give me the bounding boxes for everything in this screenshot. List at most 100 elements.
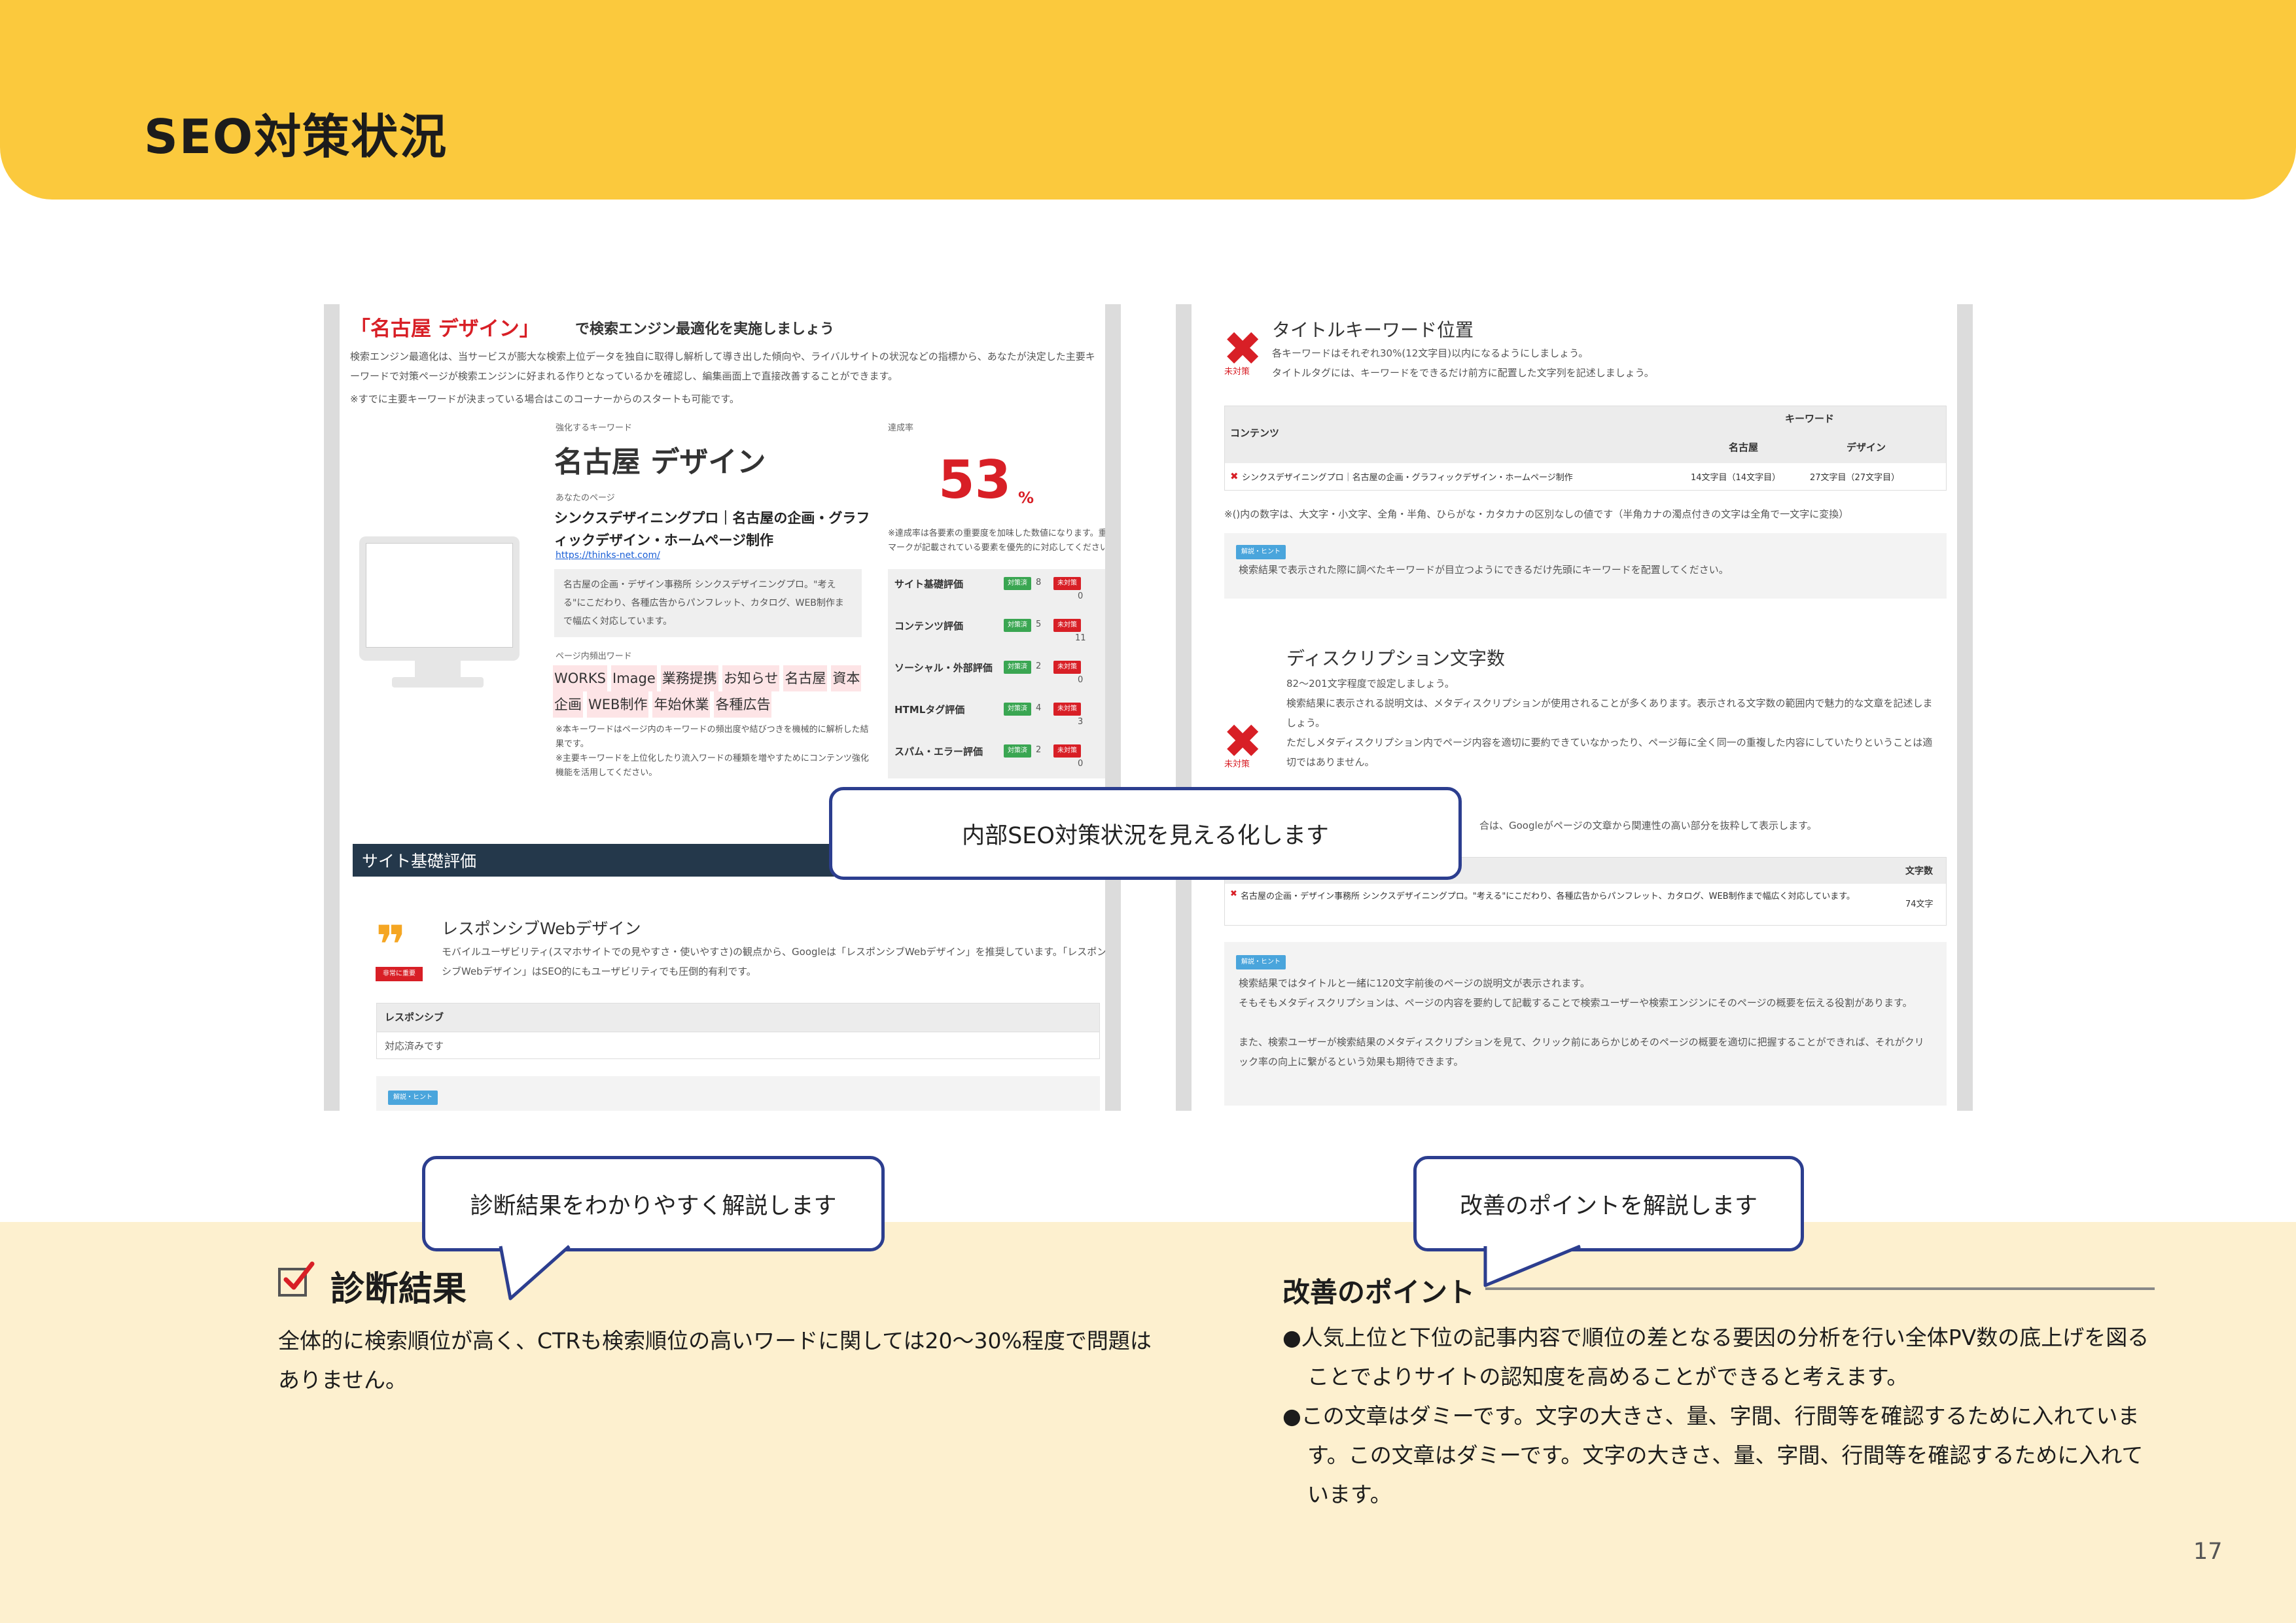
diagnosis-text: 全体的に検索順位が高く、CTRも検索順位の高いワードに関しては20〜30%程度で… xyxy=(278,1328,1152,1393)
callout-visualize: 内部SEO対策状況を見える化します xyxy=(829,787,1462,880)
table-value-design: 27文字目（27文字目） xyxy=(1810,473,1900,483)
hint-text: 検索結果ではタイトルと一緒に120文字前後のページの説明文が表示されます。 そも… xyxy=(1239,977,1924,1068)
done-count: 5 xyxy=(1036,620,1042,629)
callout-improvement: 改善のポイントを解説します xyxy=(1413,1156,1804,1251)
site-eval-title: サイト基礎評価 xyxy=(362,852,477,871)
done-count: 2 xyxy=(1036,661,1042,671)
status-label: 未対策 xyxy=(1224,367,1250,377)
todo-count: 0 xyxy=(1078,759,1084,769)
done-tag: 対策済 xyxy=(1004,661,1031,674)
score-row: ソーシャル・外部評価 対策済 2 未対策 0 xyxy=(894,658,1105,699)
seo-screenshot-left: 「名古屋 デザイン」 で検索エンジン最適化を実施しましょう 検索エンジン最適化は… xyxy=(324,304,1121,1111)
achievement-rate: 53 xyxy=(938,449,1012,510)
page-url-link[interactable]: https://thinks-net.com/ xyxy=(556,550,660,561)
monitor-base xyxy=(392,677,484,688)
diagnosis-title: 診断結果 xyxy=(330,1270,467,1309)
score-name: HTMLタグ評価 xyxy=(894,704,965,716)
improvement-list: ●人気上位と下位の記事内容で順位の差となる要因の分析を行い全体PV数の底上げを図… xyxy=(1282,1318,2159,1514)
done-tag: 対策済 xyxy=(1004,703,1031,716)
score-row: コンテンツ評価 対策済 5 未対策 11 xyxy=(894,616,1105,657)
score-table: サイト基礎評価 対策済 8 未対策 0 コンテンツ評価 対策済 5 未対策 11… xyxy=(888,569,1105,778)
responsive-table-header: レスポンシブ xyxy=(377,1003,1099,1032)
word-chip: 各種広告 xyxy=(714,691,772,718)
column-content: コンテンツ xyxy=(1230,427,1280,439)
todo-count: 3 xyxy=(1078,717,1084,727)
row-cross-icon: ✖ xyxy=(1230,889,1237,899)
hint-tag: 解説・ヒント xyxy=(1236,955,1286,969)
keyword-heading: 「名古屋 デザイン」 xyxy=(350,317,540,341)
score-row: サイト基礎評価 対策済 8 未対策 0 xyxy=(894,574,1105,615)
done-tag: 対策済 xyxy=(1004,619,1031,632)
status-label: 未対策 xyxy=(1224,759,1250,769)
responsive-table-cell: 対応済みです xyxy=(377,1032,1099,1060)
word-chip: WEB制作 xyxy=(587,691,649,718)
score-name: サイト基礎評価 xyxy=(894,578,964,590)
monitor-stand xyxy=(415,661,461,677)
section-title-keyword-position: タイトルキーワード位置 xyxy=(1272,319,1474,341)
table-value-nagoya: 14文字目（14文字目） xyxy=(1691,473,1781,483)
todo-tag: 未対策 xyxy=(1053,744,1081,758)
todo-count: 11 xyxy=(1075,633,1086,643)
column-nagoya: 名古屋 xyxy=(1729,442,1759,453)
word-chip: 企画 xyxy=(553,691,583,718)
page-number: 17 xyxy=(2193,1539,2223,1565)
description-row: 名古屋の企画・デザイン事務所 シンクスデザイニングプロ。"考える"にこだわり、各… xyxy=(1241,892,1855,901)
callout-diagnosis: 診断結果をわかりやすく解説します xyxy=(422,1156,885,1251)
table-row-title: シンクスデザイニングプロ｜名古屋の企画・グラフィックデザイン・ホームページ制作 xyxy=(1242,473,1573,483)
section-text-tail: 合は、Googleがページの文章から関連性の高い部分を抜粋して表示します。 xyxy=(1479,820,1817,831)
score-name: ソーシャル・外部評価 xyxy=(894,662,993,674)
target-keyword: 名古屋 デザイン xyxy=(554,445,766,479)
score-name: コンテンツ評価 xyxy=(894,620,964,632)
quote-icon: ❞ xyxy=(376,915,406,975)
todo-tag: 未対策 xyxy=(1053,703,1081,716)
page-title: SEO対策状況 xyxy=(144,109,448,164)
section-text-description: 82〜201文字程度で設定しましょう。 検索結果に表示される説明文は、メタディス… xyxy=(1286,678,1933,768)
done-tag: 対策済 xyxy=(1004,577,1031,590)
hint-box: 解説・ヒント xyxy=(376,1076,1100,1111)
monitor-icon xyxy=(359,536,520,661)
column-keyword: キーワード xyxy=(1785,413,1835,425)
words-note: ※本キーワードはページ内のキーワードの頻出度や結びつきを機械的に解析した結果です… xyxy=(556,725,869,778)
responsive-text: モバイルユーザビリティ(スマホサイトでの見やすさ・使いやすさ)の観点から、Goo… xyxy=(442,946,1107,977)
score-name: スパム・エラー評価 xyxy=(894,746,983,758)
todo-count: 0 xyxy=(1078,675,1084,685)
intro-note: ※すでに主要キーワードが決まっている場合はこのコーナーからのスタートも可能です。 xyxy=(350,393,739,405)
frequent-words: WORKS Image 業務提携 お知らせ 名古屋 資本企画 WEB制作 年始休業 各種広告 xyxy=(553,665,867,718)
todo-tag: 未対策 xyxy=(1053,577,1081,590)
row-cross-icon: ✖ xyxy=(1230,470,1239,482)
heading-text: で検索エンジン最適化を実施しましょう xyxy=(575,321,835,338)
improvement-item: ●この文章はダミーです。文字の大きさ、量、字間、行間等を確認するために入れていま… xyxy=(1282,1403,2144,1507)
done-count: 4 xyxy=(1036,703,1042,713)
callout-diagnosis-tail xyxy=(499,1245,571,1300)
responsive-title: レスポンシブWebデザイン xyxy=(442,919,641,938)
section-title-description: ディスクリプション文字数 xyxy=(1286,648,1506,669)
word-chip: 資本 xyxy=(831,665,862,691)
page-label: あなたのページ xyxy=(556,493,615,503)
done-tag: 対策済 xyxy=(1004,744,1031,758)
intro-text: 検索エンジン最適化は、当サービスが膨大な検索上位データを独自に取得し解析して導き… xyxy=(350,351,1095,382)
rate-note: ※達成率は各要素の重要度を加味した数値になります。重要マークが記載されている要素… xyxy=(888,529,1117,553)
description-char-count: 74文字 xyxy=(1905,899,1934,909)
page-description: 名古屋の企画・デザイン事務所 シンクスデザイニングプロ。"考える"にこだわり、各… xyxy=(554,569,862,637)
hint-text: 検索結果で表示された際に調べたキーワードが目立つようにできるだけ先頭にキーワード… xyxy=(1239,564,1729,576)
table-note: ※()内の数字は、大文字・小文字、全角・半角、ひらがな・カタカナの区別なしの値で… xyxy=(1224,508,1849,520)
column-char-count: 文字数 xyxy=(1905,866,1933,877)
score-row: スパム・エラー評価 対策済 2 未対策 0 xyxy=(894,742,1105,782)
check-mark-icon xyxy=(283,1261,315,1290)
improvement-divider xyxy=(1485,1287,2155,1290)
word-chip: 名古屋 xyxy=(783,665,828,691)
rate-label: 達成率 xyxy=(888,423,914,433)
word-chip: Image xyxy=(611,665,657,691)
improvement-item: ●人気上位と下位の記事内容で順位の差となる要因の分析を行い全体PV数の底上げを図… xyxy=(1282,1325,2149,1389)
rate-unit: % xyxy=(1018,489,1034,507)
done-count: 8 xyxy=(1036,578,1042,587)
word-chip: WORKS xyxy=(553,665,607,691)
responsive-table: レスポンシブ 対応済みです xyxy=(376,1003,1100,1059)
page-title-text: シンクスデザイニングプロ｜名古屋の企画・グラフィックデザイン・ホームページ制作 xyxy=(554,510,870,548)
word-chip: 業務提携 xyxy=(660,665,718,691)
hint-box: 解説・ヒント 検索結果で表示された際に調べたキーワードが目立つようにできるだけ先… xyxy=(1224,533,1947,599)
improvement-title: 改善のポイント xyxy=(1282,1276,1475,1308)
keyword-table-header xyxy=(1225,406,1946,463)
score-row: HTMLタグ評価 対策済 4 未対策 3 xyxy=(894,700,1105,741)
checkbox-icon xyxy=(278,1261,315,1297)
